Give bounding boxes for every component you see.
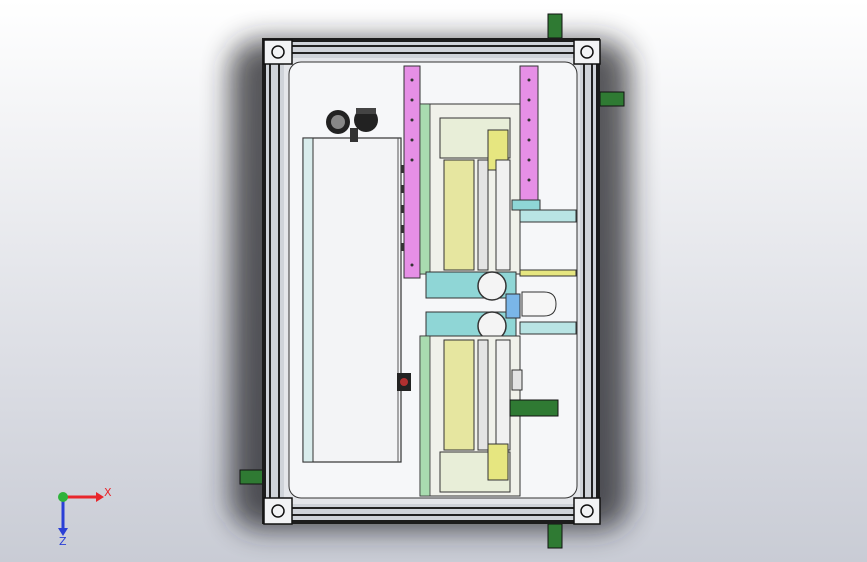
x-axis-label: X xyxy=(104,486,112,499)
foot-top-right xyxy=(547,13,563,39)
electrical-box xyxy=(302,108,413,463)
z-axis-label: Z xyxy=(59,535,67,548)
cad-viewport[interactable]: X Z xyxy=(0,0,867,562)
foot-right xyxy=(599,91,625,107)
bottom-profile xyxy=(266,504,596,520)
right-profile xyxy=(580,58,596,504)
corner-bl xyxy=(263,497,293,525)
orientation-triad: X Z xyxy=(58,486,112,548)
left-profile xyxy=(266,58,284,504)
corner-tr xyxy=(573,39,601,65)
top-profile xyxy=(266,42,596,58)
assembly-drawing[interactable]: X Z xyxy=(0,0,867,562)
y-axis-dot xyxy=(58,492,68,502)
foot-left xyxy=(239,469,265,485)
foot-bottom-right xyxy=(547,523,563,549)
corner-tl xyxy=(263,39,293,65)
corner-br xyxy=(573,497,601,525)
